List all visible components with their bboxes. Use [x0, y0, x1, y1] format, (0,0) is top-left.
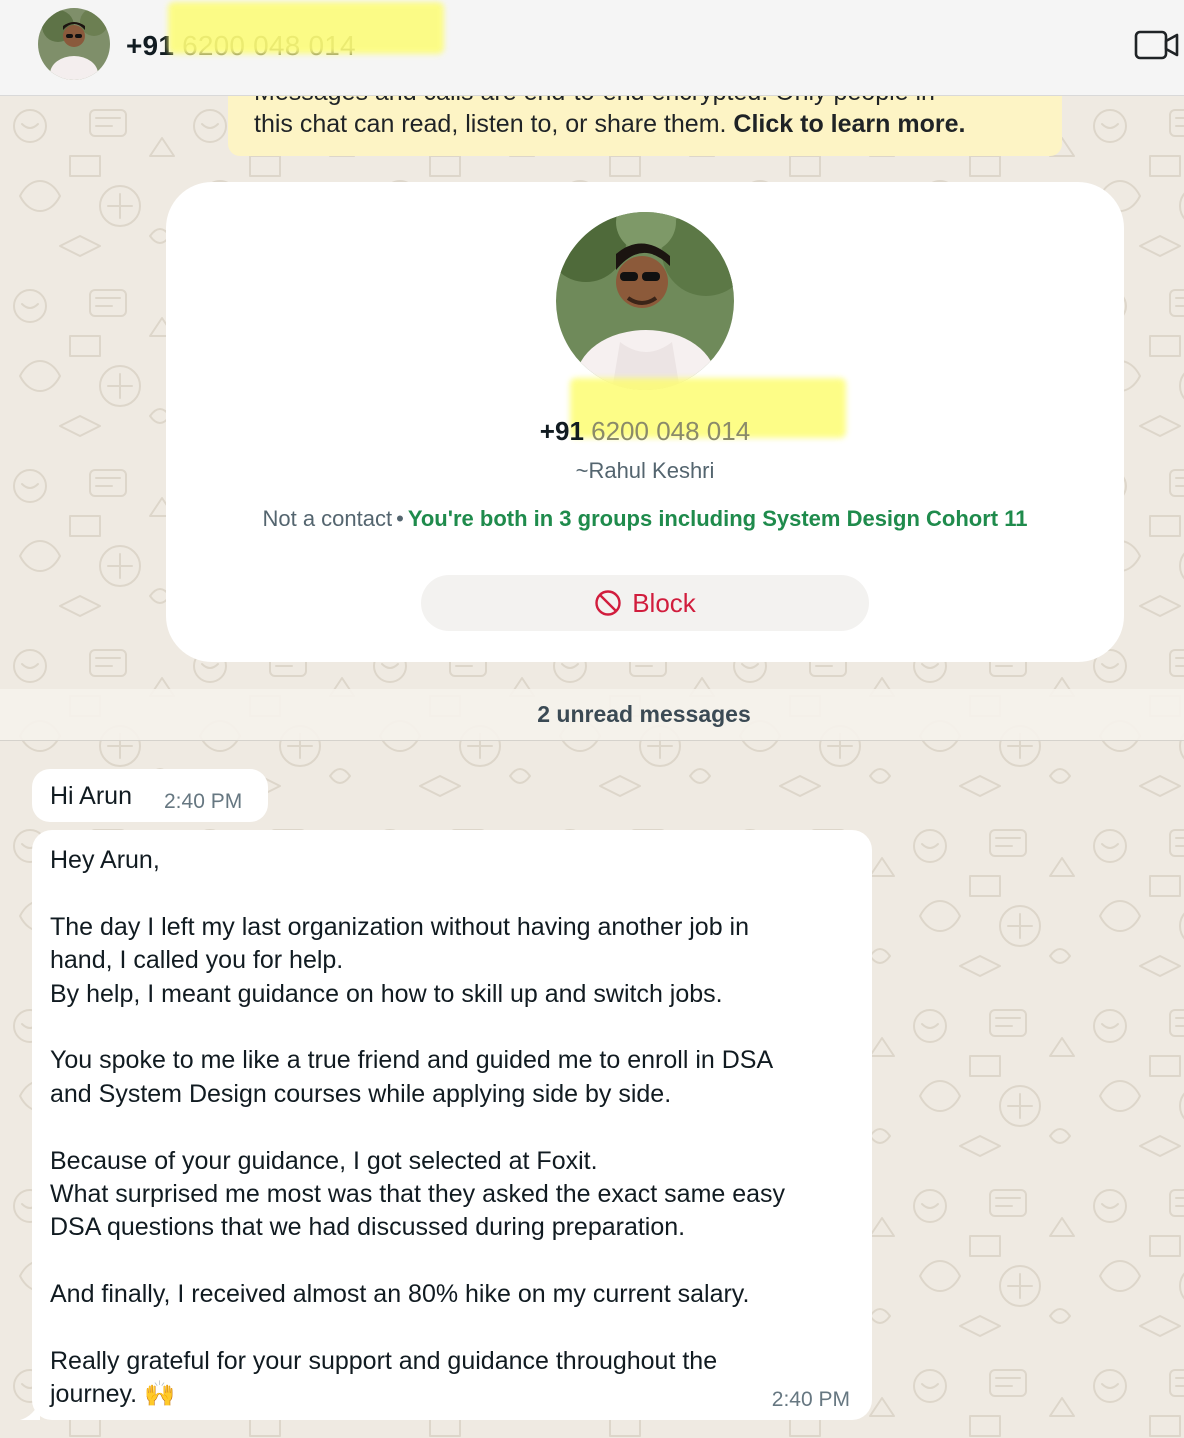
encryption-text-line2: this chat can read, listen to, or share …: [254, 110, 965, 139]
encryption-text: this chat can read, listen to, or share …: [254, 110, 727, 138]
message-line: What surprised me most was that they ask…: [50, 1180, 786, 1209]
contact-avatar[interactable]: [38, 8, 110, 80]
message-time: 2:40 PM: [771, 1388, 850, 1411]
contact-info-card: +91 6200 048 014 ~Rahul Keshri Not a con…: [166, 182, 1124, 662]
not-contact-label: Not a contact: [262, 506, 393, 531]
phone-prefix: +91: [126, 30, 175, 61]
contact-push-name: ~Rahul Keshri: [575, 458, 715, 483]
block-label: Block: [632, 587, 696, 618]
unread-count-label: 2 unread messages: [537, 701, 751, 727]
unread-messages-divider: 2 unread messages: [0, 689, 1184, 741]
message-text: Hey Arun, The day I left my last organiz…: [50, 844, 860, 1412]
bubble-tail: [20, 1400, 40, 1420]
contact-status-line: Not a contact • You're both in 3 groups in…: [166, 506, 1124, 532]
message-time: 2:40 PM: [164, 790, 243, 813]
message-line: and System Design courses while applying…: [50, 1079, 672, 1108]
redaction-highlight: [168, 2, 444, 54]
message-line: You spoke to me like a true friend and g…: [50, 1046, 774, 1075]
block-icon: [594, 589, 622, 617]
block-button[interactable]: Block: [421, 575, 869, 631]
chat-header: +91 6200 048 014: [0, 0, 1184, 96]
message-line: The day I left my last organization with…: [50, 912, 750, 941]
message-line: By help, I meant guidance on how to skil…: [50, 979, 723, 1008]
learn-more-link[interactable]: Click to learn more.: [733, 110, 965, 138]
phone-number: 6200 048 014: [583, 416, 751, 446]
message-line: Hey Arun,: [50, 846, 160, 874]
message-line: hand, I called you for help.: [50, 946, 344, 975]
common-groups-link[interactable]: You're both in 3 groups including System…: [408, 506, 1028, 531]
separator-dot: •: [396, 506, 404, 531]
message-text: Hi Arun: [50, 782, 132, 810]
incoming-message[interactable]: Hi Arun 2:40 PM: [32, 769, 268, 822]
message-line: DSA questions that we had discussed duri…: [50, 1213, 686, 1242]
message-line: And finally, I received almost an 80% hi…: [50, 1280, 750, 1309]
message-line: Because of your guidance, I got selected…: [50, 1146, 598, 1175]
contact-profile-photo[interactable]: [556, 212, 734, 390]
video-camera-icon[interactable]: [1134, 28, 1180, 62]
incoming-message[interactable]: Hey Arun, The day I left my last organiz…: [20, 830, 872, 1420]
message-line: Really grateful for your support and gui…: [50, 1347, 718, 1376]
contact-phone: +91 6200 048 014: [166, 416, 1124, 447]
message-line: journey. 🙌: [50, 1380, 176, 1409]
phone-prefix: +91: [539, 416, 584, 446]
